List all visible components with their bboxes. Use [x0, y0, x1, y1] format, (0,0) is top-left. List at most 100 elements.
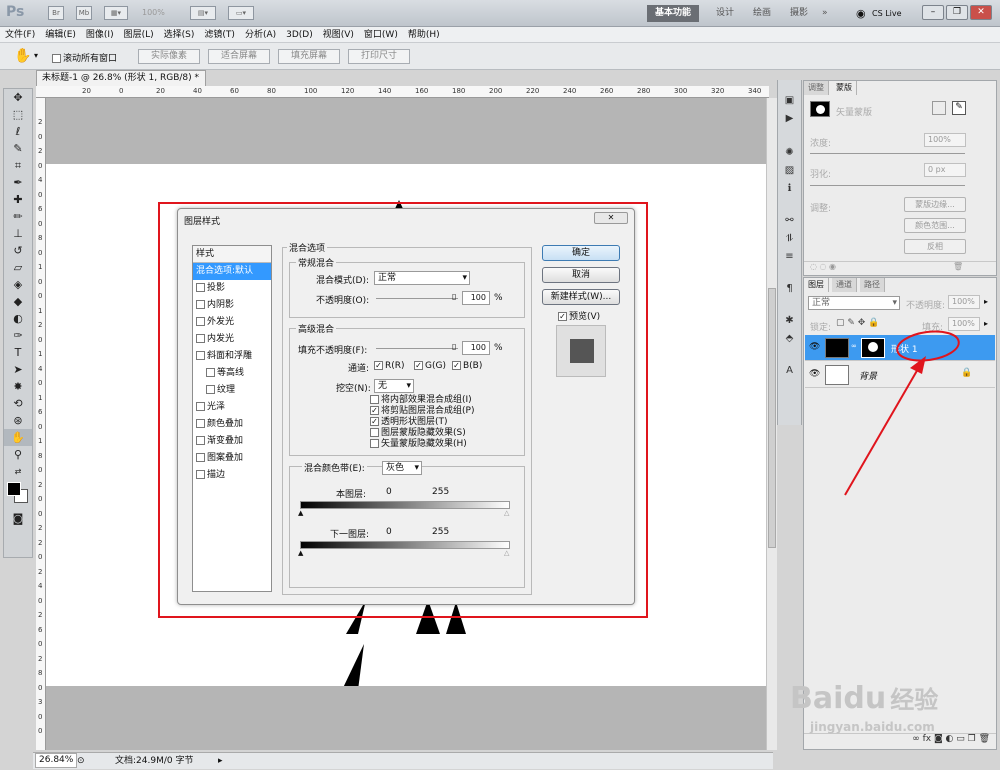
blend-mode-select[interactable]: 正常 ▾ [808, 296, 900, 310]
layer-row-shape[interactable]: 👁 ∞ 形状 1 [805, 335, 995, 361]
style-color-overlay[interactable]: 颜色叠加 [193, 416, 271, 433]
dialog-close-icon[interactable]: ✕ [594, 212, 628, 224]
channel-b-checkbox[interactable]: ✓ B(B) [452, 361, 482, 371]
slider-thumb-icon[interactable]: ▯ [452, 342, 456, 351]
menu-window[interactable]: 窗口(W) [359, 27, 403, 43]
workspace-painting[interactable]: 绘画 [745, 5, 779, 22]
pixel-mask-icon[interactable] [932, 101, 946, 115]
print-size-button[interactable]: 打印尺寸 [348, 49, 410, 64]
path-select-tool-icon[interactable]: ➤ [4, 361, 32, 378]
screen-mode-icon[interactable]: ▭▾ [228, 6, 254, 20]
knockout-select[interactable]: 无 ▾ [374, 379, 414, 393]
shape-tool-icon[interactable]: ✸ [4, 378, 32, 395]
blend-if-select[interactable]: 灰色 ▾ [382, 461, 422, 475]
menu-help[interactable]: 帮助(H) [403, 27, 445, 43]
link-icon[interactable]: ∞ [851, 342, 857, 350]
dodge-tool-icon[interactable]: ◐ [4, 310, 32, 327]
layer-row-background[interactable]: 👁 背景 🔒 [805, 362, 995, 388]
cs-live-label[interactable]: CS Live [872, 9, 902, 18]
status-info-icon[interactable]: ⊙ [77, 753, 85, 769]
tab-paths[interactable]: 路径 [860, 278, 885, 292]
lock-icons[interactable]: ▢ ✎ ✥ 🔒 [836, 318, 879, 328]
minibridge-icon[interactable]: Mb [76, 6, 92, 20]
style-satin[interactable]: 光泽 [193, 399, 271, 416]
vertical-scrollbar[interactable] [766, 98, 777, 750]
bridge-icon[interactable]: Br [48, 6, 64, 20]
tool-presets-icon[interactable]: ⚯ [778, 212, 801, 230]
black-slider-icon[interactable]: ▲ [298, 549, 303, 557]
black-slider-icon[interactable]: ▲ [298, 509, 303, 517]
clone-stamp-tool-icon[interactable]: ⊥ [4, 225, 32, 242]
layer-name[interactable]: 背景 [859, 369, 877, 382]
paragraph-panel-icon[interactable]: ¶ [778, 280, 801, 298]
style-contour[interactable]: 等高线 [193, 365, 271, 382]
eraser-tool-icon[interactable]: ▱ [4, 259, 32, 276]
styles-panel-icon[interactable]: ✱ [778, 312, 801, 330]
vector-mask-thumbnail[interactable] [861, 338, 885, 358]
blend-interior-checkbox[interactable]: 将内部效果混合成组(I) [370, 395, 474, 406]
fill-opacity-input[interactable]: 100 [462, 341, 490, 355]
menu-file[interactable]: 文件(F) [0, 27, 40, 43]
preview-checkbox[interactable]: ✓ 预览(V) [558, 309, 600, 322]
menu-edit[interactable]: 编辑(E) [40, 27, 81, 43]
density-field[interactable]: 100% [924, 133, 966, 147]
menu-filter[interactable]: 滤镜(T) [199, 27, 240, 43]
vector-mask-hides-checkbox[interactable]: 矢量蒙版隐藏效果(H) [370, 439, 474, 450]
tab-layers[interactable]: 图层 [804, 278, 829, 292]
channel-r-checkbox[interactable]: ✓ R(R) [374, 361, 405, 371]
quick-mask-icon[interactable]: ◙ [4, 510, 32, 527]
brush-tool-icon[interactable]: ✏ [4, 208, 32, 225]
workspace-photography[interactable]: 摄影 [782, 5, 816, 22]
fill-arrow-icon[interactable]: ▸ [984, 319, 988, 328]
pen-tool-icon[interactable]: ✑ [4, 327, 32, 344]
color-range-button[interactable]: 颜色范围... [904, 218, 966, 233]
cancel-button[interactable]: 取消 [542, 267, 620, 283]
color-swatches[interactable] [4, 480, 32, 510]
zoom-field[interactable]: 26.84% [35, 753, 78, 768]
feather-field[interactable]: 0 px [924, 163, 966, 177]
swap-colors-icon[interactable]: ⇄ [4, 463, 32, 480]
type-tool-icon[interactable]: T [4, 344, 32, 361]
slider-thumb-icon[interactable]: ▯ [452, 292, 456, 301]
history-panel-icon[interactable]: ▣ [778, 92, 801, 110]
character-panel-icon[interactable]: A [778, 362, 801, 380]
workspace-essentials[interactable]: 基本功能 [647, 5, 700, 22]
fit-screen-button[interactable]: 适合屏幕 [208, 49, 270, 64]
move-tool-icon[interactable]: ✥ [4, 89, 32, 106]
3d-panel-icon[interactable]: ⥮ [778, 230, 801, 248]
style-outer-glow[interactable]: 外发光 [193, 314, 271, 331]
style-drop-shadow[interactable]: 投影 [193, 280, 271, 297]
info-panel-icon[interactable]: ℹ [778, 180, 801, 198]
underlying-gradient[interactable] [300, 541, 510, 549]
brush-panel-icon[interactable]: ✺ [778, 144, 801, 162]
hand-tool-icon[interactable]: ✋ [14, 48, 31, 64]
white-slider-icon[interactable]: △ [504, 549, 509, 557]
mask-edge-button[interactable]: 蒙版边缘... [904, 197, 966, 212]
density-slider[interactable] [810, 153, 965, 154]
minimize-icon[interactable]: – [922, 5, 944, 20]
eyedropper-tool-icon[interactable]: ✒ [4, 174, 32, 191]
foreground-color-swatch[interactable] [7, 482, 21, 496]
scroll-all-checkbox[interactable]: 滚动所有窗口 [52, 51, 117, 64]
style-stroke[interactable]: 描边 [193, 467, 271, 484]
menu-3d[interactable]: 3D(D) [281, 27, 318, 43]
masks-footer-icons[interactable]: ◌ ◌ ◉ 🗑 [804, 261, 996, 275]
style-gradient-overlay[interactable]: 渐变叠加 [193, 433, 271, 450]
healing-brush-tool-icon[interactable]: ✚ [4, 191, 32, 208]
blend-clipped-checkbox[interactable]: ✓ 将剪贴图层混合成组(P) [370, 406, 474, 417]
menu-select[interactable]: 选择(S) [159, 27, 200, 43]
view-extras-icon[interactable]: ▦▾ [104, 6, 128, 20]
scroll-thumb[interactable] [768, 288, 776, 548]
animation-panel-icon[interactable]: ≡ [778, 248, 801, 266]
style-inner-shadow[interactable]: 内阴影 [193, 297, 271, 314]
clone-source-panel-icon[interactable]: ▨ [778, 162, 801, 180]
menu-view[interactable]: 视图(V) [318, 27, 359, 43]
style-bevel-emboss[interactable]: 斜面和浮雕 [193, 348, 271, 365]
style-texture[interactable]: 纹理 [193, 382, 271, 399]
menu-analysis[interactable]: 分析(A) [240, 27, 281, 43]
close-icon[interactable]: ✕ [970, 5, 992, 20]
vector-mask-icon[interactable]: ✎ [952, 101, 966, 115]
quick-select-tool-icon[interactable]: ✎ [4, 140, 32, 157]
style-blending-options[interactable]: 混合选项:默认 [193, 263, 271, 280]
lasso-tool-icon[interactable]: ℓ [4, 123, 32, 140]
